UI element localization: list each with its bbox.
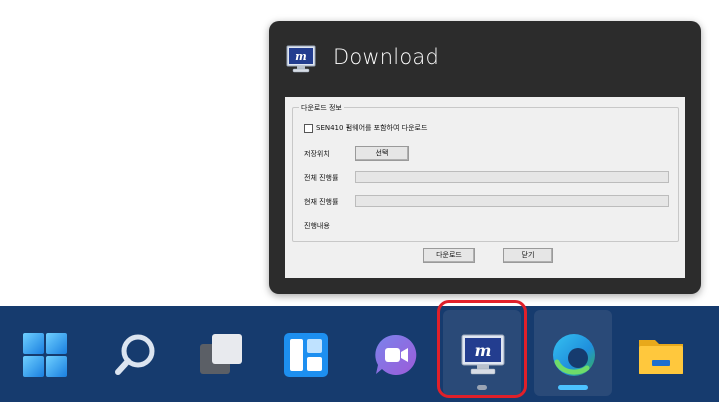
- taskbar-download-app-button[interactable]: m: [443, 310, 521, 396]
- teams-chat-icon: [375, 334, 417, 375]
- folder-icon: [639, 340, 683, 374]
- taskbar-file-explorer-button[interactable]: [621, 310, 699, 396]
- edge-icon: [553, 334, 595, 376]
- download-button[interactable]: 다운로드: [423, 248, 475, 263]
- progress-content-label: 진행내용: [304, 222, 330, 230]
- firmware-checkbox-label: SEN410 펌웨어를 포함하여 다운로드: [316, 124, 428, 132]
- taskbar-start-button[interactable]: [5, 310, 83, 396]
- widgets-icon: [284, 333, 328, 377]
- save-location-label: 저장위치: [304, 150, 330, 158]
- windows-start-icon: [23, 333, 67, 377]
- current-progress-label: 현재 진행률: [304, 198, 339, 206]
- dialog-thumbnail: 다운로드 정보 SEN410 펌웨어를 포함하여 다운로드 저장위치 선택 전체…: [285, 97, 685, 278]
- current-progress-bar: [355, 195, 669, 207]
- select-button[interactable]: 선택: [355, 146, 409, 161]
- preview-title: Download: [333, 45, 439, 69]
- svg-text:m: m: [475, 341, 492, 360]
- download-info-group: 다운로드 정보 SEN410 펌웨어를 포함하여 다운로드 저장위치 선택 전체…: [292, 103, 679, 242]
- app-running-indicator: [477, 385, 487, 390]
- taskbar-widgets-button[interactable]: [266, 310, 344, 396]
- taskbar-teams-chat-button[interactable]: [356, 310, 434, 396]
- taskbar-search-button[interactable]: [96, 310, 174, 396]
- taskbar-edge-button[interactable]: [534, 310, 612, 396]
- total-progress-bar: [355, 171, 669, 183]
- taskbar-task-view-button[interactable]: [181, 310, 259, 396]
- edge-running-indicator: [558, 385, 588, 390]
- firmware-checkbox[interactable]: [304, 124, 313, 133]
- total-progress-label: 전체 진행률: [304, 174, 339, 182]
- svg-text:m: m: [295, 50, 307, 63]
- close-button[interactable]: 닫기: [503, 248, 553, 263]
- search-icon: [115, 334, 155, 375]
- task-view-icon: [200, 334, 242, 374]
- monitor-app-icon: m: [461, 334, 505, 375]
- group-title: 다운로드 정보: [299, 103, 344, 113]
- thumbnail-preview[interactable]: m Download 다운로드 정보 SEN410 펌웨어를 포함하여 다운로드…: [269, 21, 701, 294]
- taskbar: m: [0, 306, 719, 402]
- monitor-app-icon: m: [285, 43, 317, 75]
